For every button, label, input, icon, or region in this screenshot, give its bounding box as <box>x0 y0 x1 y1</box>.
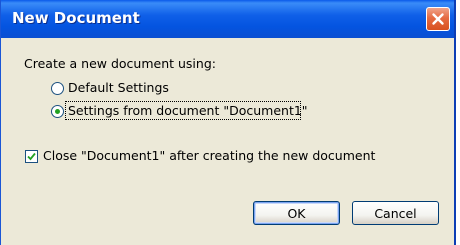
window-title: New Document <box>12 9 140 27</box>
default-settings-radio[interactable] <box>51 82 64 95</box>
checkmark-icon <box>27 152 36 161</box>
title-bar[interactable]: New Document <box>1 0 454 38</box>
create-prompt-label: Create a new document using: <box>24 56 216 71</box>
close-icon <box>432 13 444 25</box>
radio-selected-dot <box>55 109 60 114</box>
cancel-button[interactable]: Cancel <box>352 201 439 225</box>
close-document-label[interactable]: Close "Document1" after creating the new… <box>43 148 375 163</box>
settings-from-document-label[interactable]: Settings from document "Document1" <box>68 103 308 118</box>
close-document-checkbox[interactable] <box>25 150 38 163</box>
new-document-dialog: New Document Create a new document using… <box>0 0 456 245</box>
ok-button-label: OK <box>287 205 306 221</box>
ok-button[interactable]: OK <box>253 201 340 225</box>
cancel-button-label: Cancel <box>374 205 417 221</box>
settings-from-document-radio[interactable] <box>51 105 64 118</box>
close-button[interactable] <box>426 7 450 31</box>
default-settings-label[interactable]: Default Settings <box>68 80 169 95</box>
